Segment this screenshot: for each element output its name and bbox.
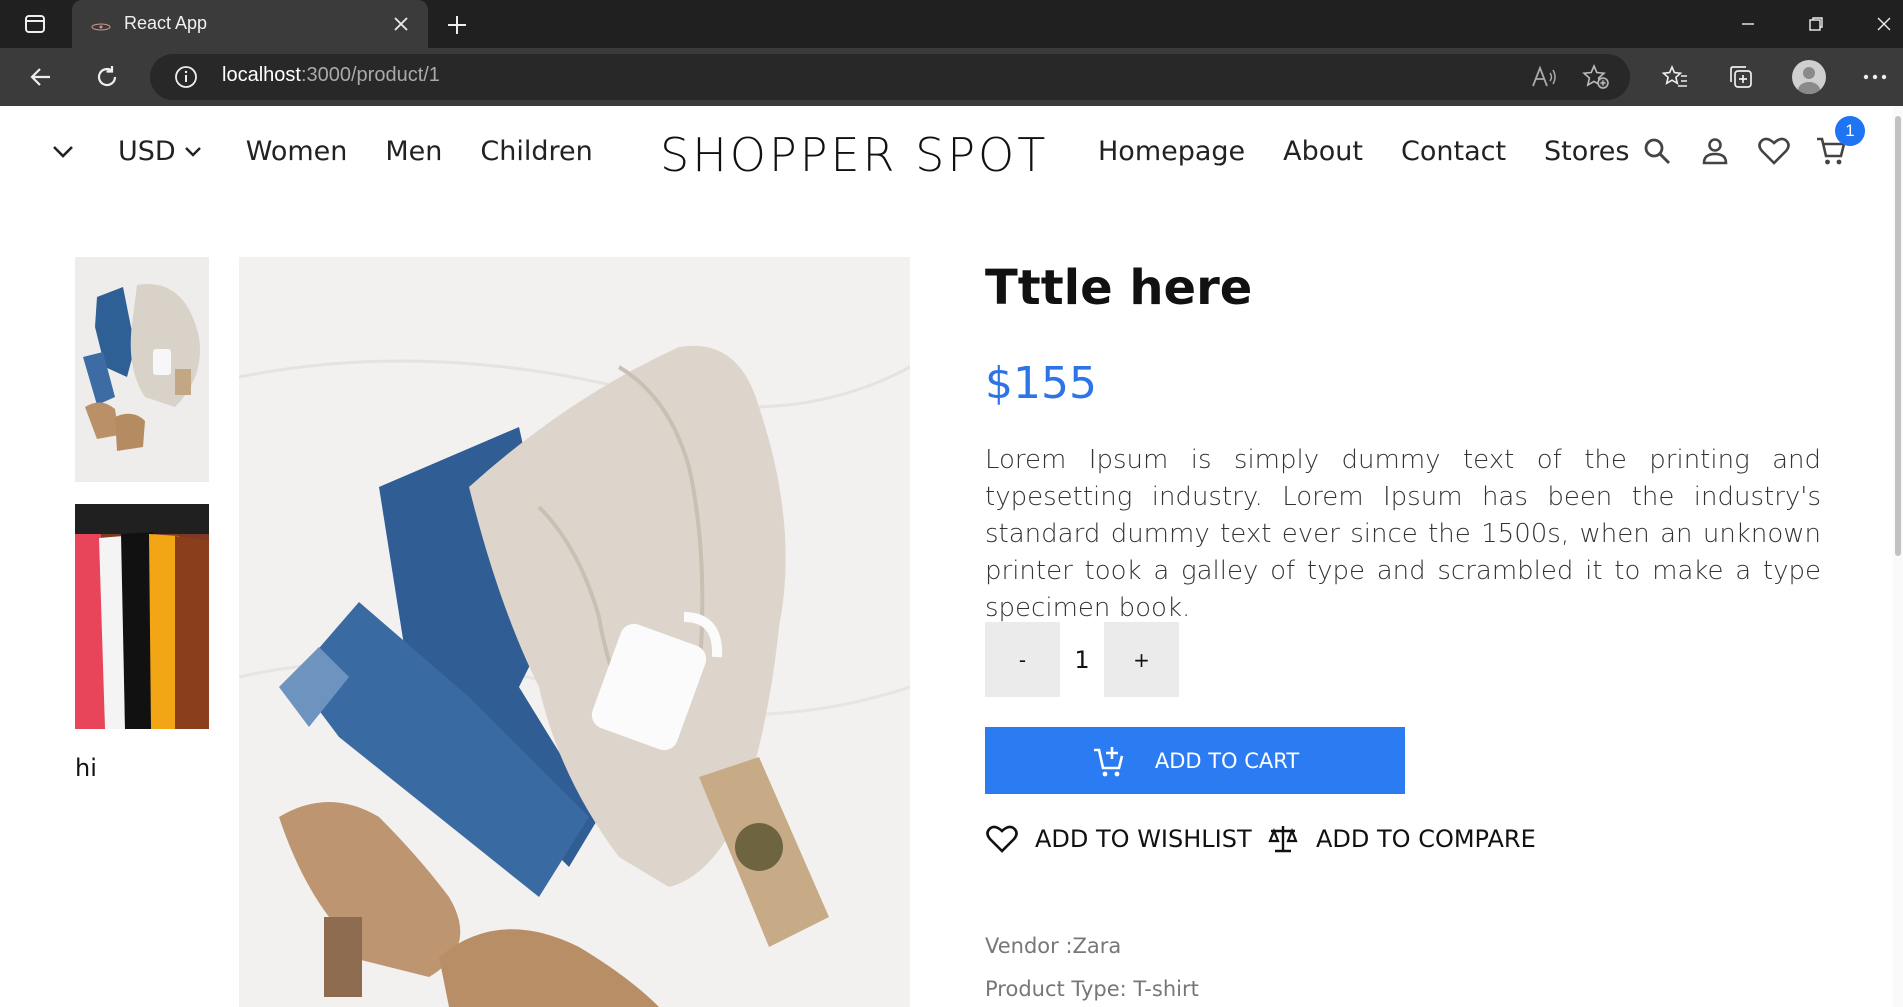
- tab-actions-icon[interactable]: [18, 11, 52, 37]
- thumbnail-tshirts[interactable]: [75, 504, 209, 729]
- restore-icon[interactable]: [1796, 10, 1836, 38]
- gallery-caption: hi: [75, 754, 97, 782]
- product-title: Tttle here: [985, 260, 1253, 316]
- brand-logo[interactable]: SHOPPER SPOT: [660, 128, 1048, 182]
- quantity-decrease-button[interactable]: -: [985, 622, 1060, 697]
- product-vendor: Vendor :Zara: [985, 934, 1122, 958]
- minimize-icon[interactable]: [1728, 10, 1768, 38]
- add-to-compare-label: ADD TO COMPARE: [1316, 825, 1536, 853]
- heart-icon: [985, 822, 1019, 856]
- browser-tab-bar: React App: [0, 0, 1903, 48]
- product-type: Product Type: T-shirt: [985, 977, 1199, 1001]
- nav-link-children[interactable]: Children: [480, 136, 592, 167]
- user-icon[interactable]: [1698, 134, 1732, 168]
- product-main-image: [239, 257, 910, 1007]
- search-icon[interactable]: [1640, 134, 1674, 168]
- add-to-cart-button[interactable]: ADD TO CART: [985, 727, 1405, 794]
- back-icon[interactable]: [22, 60, 60, 94]
- heart-icon[interactable]: [1757, 134, 1791, 168]
- url-text: localhost:3000/product/1: [222, 64, 440, 87]
- cart-count-badge: 1: [1835, 116, 1865, 146]
- favorites-icon[interactable]: [1658, 60, 1692, 94]
- close-tab-icon[interactable]: [390, 13, 412, 35]
- chevron-down-icon: [184, 142, 204, 162]
- add-to-cart-label: ADD TO CART: [1154, 748, 1300, 773]
- nav-link-stores[interactable]: Stores: [1544, 136, 1629, 167]
- nav-link-women[interactable]: Women: [246, 136, 348, 167]
- nav-link-homepage[interactable]: Homepage: [1098, 136, 1245, 167]
- nav-left: USD Women Men Children: [48, 136, 631, 167]
- close-window-icon[interactable]: [1864, 10, 1903, 38]
- nav-right: Homepage About Contact Stores: [1098, 136, 1667, 167]
- nav-link-men[interactable]: Men: [385, 136, 442, 167]
- nav-link-about[interactable]: About: [1283, 136, 1363, 167]
- product-price: $155: [985, 358, 1097, 409]
- quantity-increase-button[interactable]: +: [1104, 622, 1179, 697]
- scale-icon: [1266, 822, 1300, 856]
- tab-title: React App: [124, 13, 208, 33]
- url-host: localhost: [222, 64, 301, 86]
- scrollbar-thumb[interactable]: [1895, 116, 1901, 556]
- add-to-compare-link[interactable]: ADD TO COMPARE: [1266, 822, 1536, 856]
- web-page: USD Women Men Children SHOPPER SPOT Home…: [0, 106, 1903, 1007]
- thumbnail-outfit[interactable]: [75, 257, 209, 482]
- new-tab-icon[interactable]: [444, 12, 470, 38]
- profile-avatar[interactable]: [1792, 60, 1826, 94]
- refresh-icon[interactable]: [88, 60, 126, 94]
- nav-link-contact[interactable]: Contact: [1401, 136, 1506, 167]
- currency-label: USD: [118, 136, 176, 167]
- react-favicon-icon: [90, 18, 112, 31]
- browser-address-bar: localhost:3000/product/1: [0, 48, 1903, 106]
- quantity-value: 1: [1074, 645, 1090, 674]
- currency-selector[interactable]: USD: [118, 136, 204, 167]
- more-options-icon[interactable]: [1858, 60, 1892, 94]
- page-scrollbar[interactable]: [1893, 106, 1903, 1007]
- url-field[interactable]: localhost:3000/product/1: [150, 54, 1630, 100]
- menu-dropdown-icon[interactable]: [48, 137, 78, 167]
- collections-icon[interactable]: [1724, 60, 1758, 94]
- add-to-wishlist-label: ADD TO WISHLIST: [1035, 825, 1252, 853]
- site-info-icon[interactable]: [174, 65, 198, 89]
- add-favorite-icon[interactable]: [1582, 64, 1610, 90]
- add-cart-icon: [1091, 743, 1127, 779]
- add-to-wishlist-link[interactable]: ADD TO WISHLIST: [985, 822, 1252, 856]
- product-description: Lorem Ipsum is simply dummy text of the …: [985, 445, 1821, 623]
- browser-tab[interactable]: React App: [72, 0, 428, 48]
- site-header: USD Women Men Children SHOPPER SPOT Home…: [0, 106, 1890, 206]
- url-path: :3000/product/1: [300, 64, 440, 86]
- read-aloud-icon[interactable]: [1530, 64, 1558, 90]
